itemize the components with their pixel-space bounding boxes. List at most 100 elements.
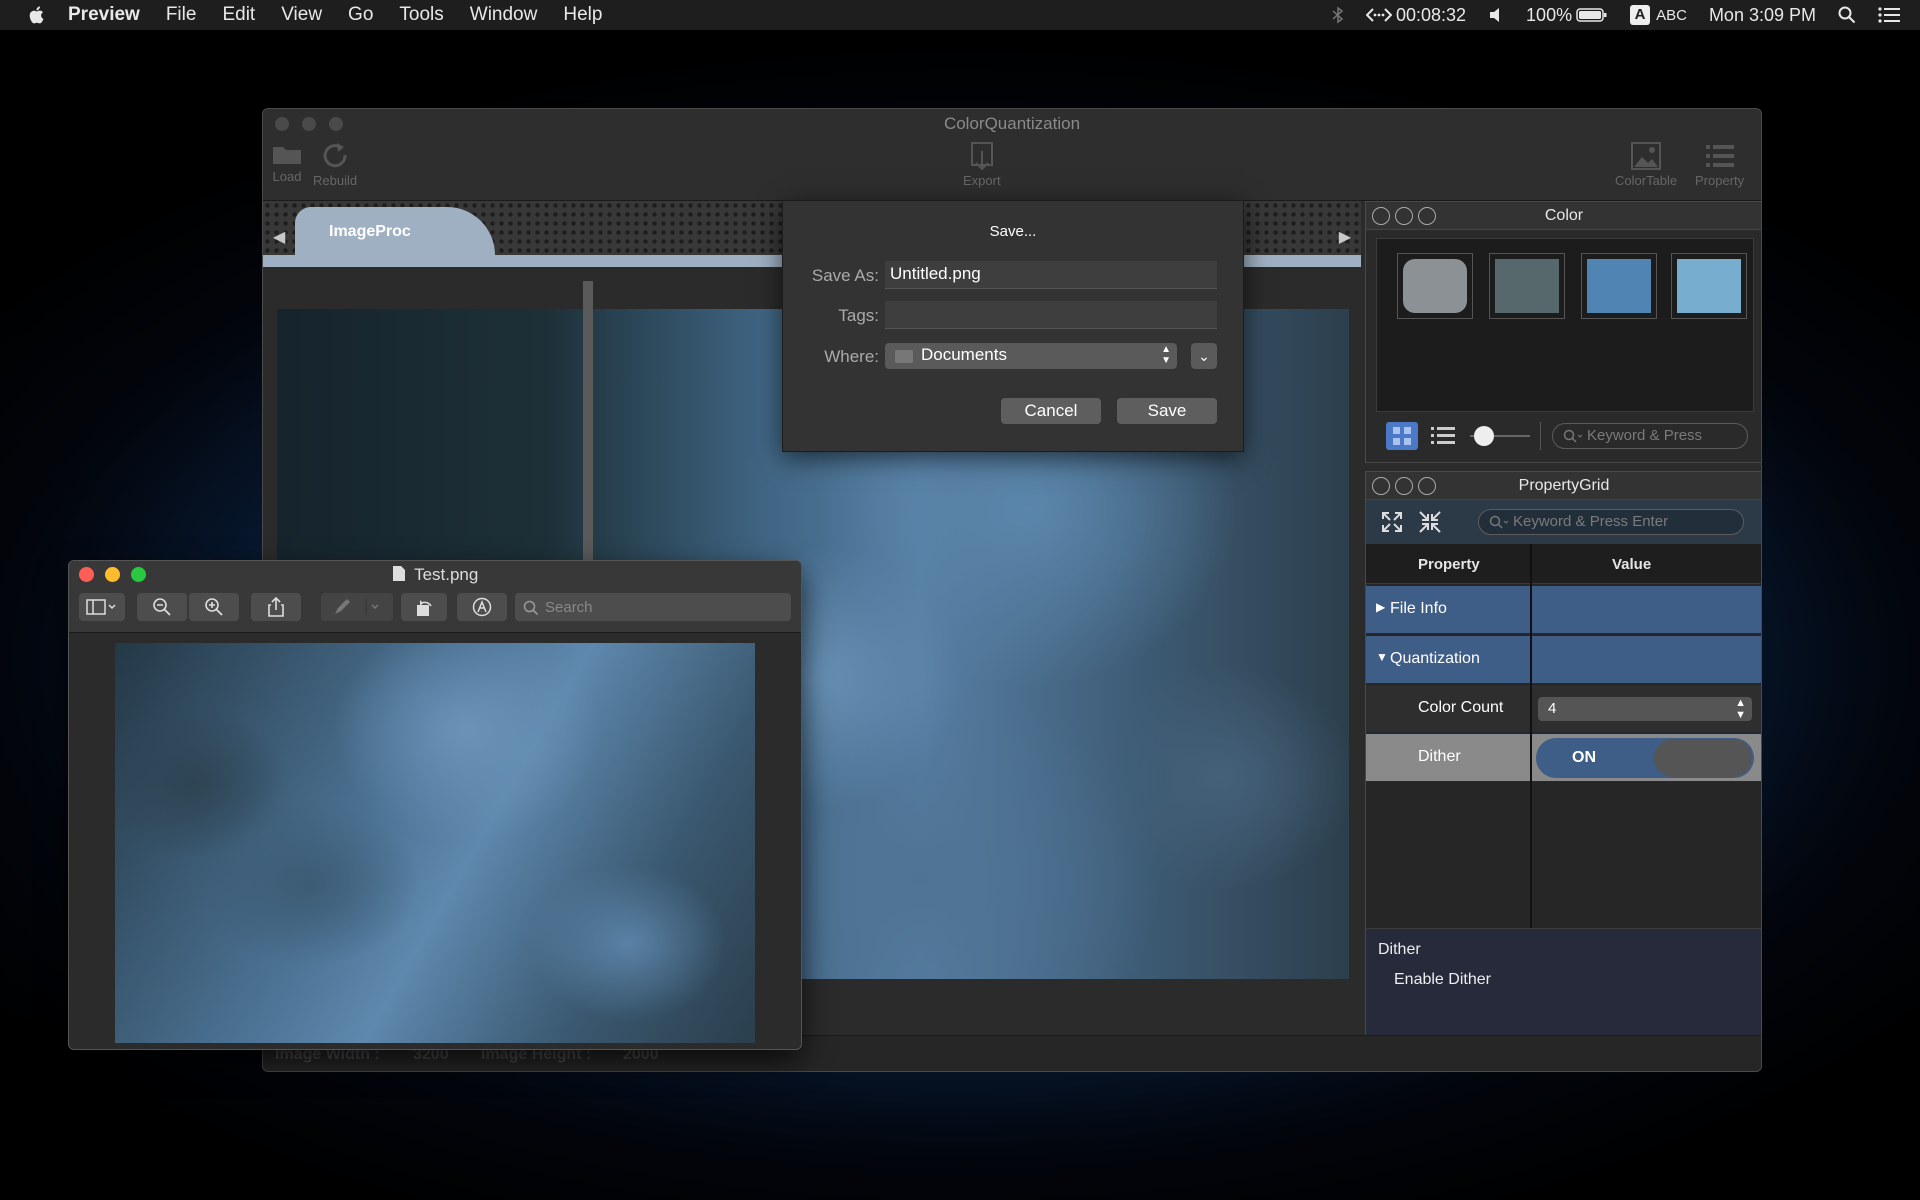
color-swatch-3-fill xyxy=(1587,259,1651,313)
color-panel-zoom-button[interactable] xyxy=(1418,207,1436,225)
pen-icon xyxy=(335,599,379,615)
save-as-input[interactable]: Untitled.png xyxy=(885,261,1217,289)
menu-edit[interactable]: Edit xyxy=(222,4,255,26)
folder-icon xyxy=(273,147,301,164)
popup-arrows-icon: ▲ ▼ xyxy=(1161,344,1171,366)
color-panel-close-button[interactable] xyxy=(1372,207,1390,225)
color-panel-titlebar: Color xyxy=(1366,202,1761,230)
property-grid-titlebar: PropertyGrid xyxy=(1366,472,1761,500)
rotate-button[interactable] xyxy=(401,593,447,621)
notification-center-icon[interactable] xyxy=(1878,7,1900,23)
color-swatch-4[interactable] xyxy=(1671,253,1747,319)
dither-toggle[interactable]: ON xyxy=(1536,738,1754,778)
spotlight-search-icon[interactable] xyxy=(1838,6,1856,24)
screen-recorder-status[interactable]: 00:08:32 xyxy=(1365,5,1466,26)
preview-search-placeholder: Search xyxy=(545,599,593,616)
color-table-button[interactable]: ColorTable xyxy=(1615,141,1677,188)
color-panel-title: Color xyxy=(1544,207,1584,224)
menu-go[interactable]: Go xyxy=(348,4,373,26)
color-table-label: ColorTable xyxy=(1615,173,1678,188)
color-swatch-grid xyxy=(1376,238,1754,412)
color-count-stepper[interactable]: 4 ▲ ▼ xyxy=(1538,697,1752,721)
property-grid-zoom-button[interactable] xyxy=(1418,477,1436,495)
color-search-input[interactable]: Keyword & Press xyxy=(1552,423,1748,449)
tab-scroll-left-icon[interactable]: ◀ xyxy=(273,227,285,247)
image-splitter[interactable] xyxy=(583,281,593,581)
divider xyxy=(1540,422,1541,450)
menu-app-name[interactable]: Preview xyxy=(68,4,140,26)
load-button[interactable]: Load xyxy=(271,141,303,184)
input-source[interactable]: A ABC xyxy=(1630,5,1687,25)
battery-status[interactable]: 100% xyxy=(1526,5,1608,26)
row-color-count[interactable]: Color Count 4 ▲ ▼ xyxy=(1366,685,1761,733)
apple-icon[interactable] xyxy=(26,4,48,26)
menu-window[interactable]: Window xyxy=(470,4,538,26)
tab-imageproc[interactable]: ImageProc xyxy=(295,207,495,255)
property-search-input[interactable]: Keyword & Press Enter xyxy=(1478,509,1744,535)
color-swatch-1[interactable] xyxy=(1397,253,1473,319)
expand-arrow-icon[interactable]: ▶ xyxy=(1376,600,1385,614)
expand-all-icon[interactable] xyxy=(1380,510,1404,534)
preview-title: Test.png xyxy=(69,565,801,585)
sidebar-toggle-button[interactable] xyxy=(79,593,125,621)
share-icon xyxy=(268,597,284,617)
share-button[interactable] xyxy=(251,593,301,621)
collapse-all-icon[interactable] xyxy=(1418,510,1442,534)
property-grid-toolbar: Keyword & Press Enter xyxy=(1366,500,1761,544)
volume-icon[interactable] xyxy=(1488,7,1504,23)
sidebar-icon xyxy=(86,599,116,615)
preview-search-input[interactable]: Search xyxy=(515,593,791,621)
main-window-title: ColorQuantization xyxy=(943,114,1081,133)
rebuild-button[interactable]: Rebuild xyxy=(313,141,357,188)
export-button[interactable]: Export xyxy=(963,141,1001,188)
property-description: Dither Enable Dither xyxy=(1366,928,1761,1038)
property-grid-close-button[interactable] xyxy=(1372,477,1390,495)
row-quantization[interactable]: ▼ Quantization xyxy=(1366,636,1761,684)
save-button[interactable]: Save xyxy=(1117,398,1217,424)
collapse-arrow-icon[interactable]: ▼ xyxy=(1376,650,1388,664)
column-divider[interactable] xyxy=(1530,544,1532,928)
color-count-value: 4 xyxy=(1548,700,1557,717)
swatch-size-slider[interactable] xyxy=(1470,426,1530,446)
markup-pen-button[interactable] xyxy=(321,593,393,621)
color-panel-controls-bar: Keyword & Press xyxy=(1376,420,1754,452)
where-popup[interactable]: Documents ▲ ▼ xyxy=(885,343,1177,369)
expand-dialog-button[interactable]: ⌄ xyxy=(1191,343,1217,369)
save-as-label: Save As: xyxy=(811,266,879,285)
code-arrows-icon xyxy=(1365,8,1392,22)
slider-knob[interactable] xyxy=(1474,426,1494,446)
markup-toolbar-button[interactable] xyxy=(457,593,507,621)
dither-toggle-knob xyxy=(1654,739,1752,777)
row-file-info[interactable]: ▶ File Info xyxy=(1366,586,1761,634)
tab-scroll-right-icon[interactable]: ▶ xyxy=(1339,227,1351,247)
menu-clock[interactable]: Mon 3:09 PM xyxy=(1709,5,1816,26)
property-grid-minimize-button[interactable] xyxy=(1395,477,1413,495)
menu-help[interactable]: Help xyxy=(563,4,602,26)
color-panel-minimize-button[interactable] xyxy=(1395,207,1413,225)
menu-view[interactable]: View xyxy=(281,4,322,26)
load-label: Load xyxy=(272,169,302,184)
bluetooth-icon[interactable] xyxy=(1332,6,1344,24)
grid-view-icon[interactable] xyxy=(1386,422,1418,450)
tags-input[interactable] xyxy=(885,301,1217,329)
property-grid-title: PropertyGrid xyxy=(1518,477,1610,494)
dither-toggle-label: ON xyxy=(1572,749,1596,766)
menu-file[interactable]: File xyxy=(166,4,197,26)
where-value: Documents xyxy=(921,345,1007,364)
zoom-in-button[interactable] xyxy=(189,593,239,621)
color-swatch-3[interactable] xyxy=(1581,253,1657,319)
cancel-button[interactable]: Cancel xyxy=(1001,398,1101,424)
tab-imageproc-label: ImageProc xyxy=(329,223,411,240)
search-icon xyxy=(1489,515,1509,529)
menu-tools[interactable]: Tools xyxy=(399,4,443,26)
row-dither[interactable]: Dither ON xyxy=(1366,734,1761,782)
color-swatch-2[interactable] xyxy=(1489,253,1565,319)
property-grid-controls xyxy=(1372,477,1441,495)
property-button[interactable]: Property xyxy=(1695,141,1744,188)
color-panel: Color Keyword & Press xyxy=(1365,201,1761,463)
list-view-icon[interactable] xyxy=(1430,424,1456,448)
zoom-out-icon xyxy=(153,598,171,616)
stepper-arrows-icon[interactable]: ▲ ▼ xyxy=(1735,697,1746,721)
export-icon xyxy=(970,142,993,171)
zoom-out-button[interactable] xyxy=(137,593,187,621)
